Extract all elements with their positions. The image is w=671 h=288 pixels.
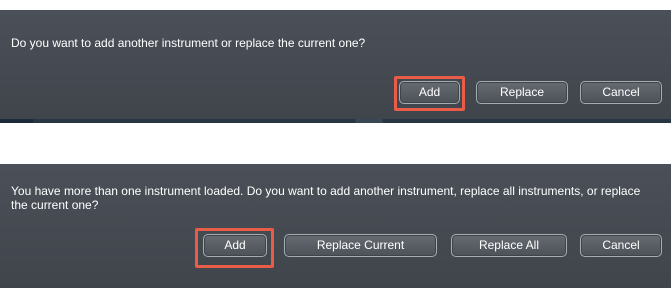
cancel-button[interactable]: Cancel <box>580 234 662 257</box>
add-or-replace-dialog: Do you want to add another instrument or… <box>0 10 671 123</box>
dialog-message: Do you want to add another instrument or… <box>11 36 366 50</box>
multiple-instruments-dialog: You have more than one instrument loaded… <box>0 164 671 288</box>
cancel-button[interactable]: Cancel <box>580 81 662 104</box>
replace-button[interactable]: Replace <box>476 81 568 104</box>
replace-current-button[interactable]: Replace Current <box>284 234 437 257</box>
add-button[interactable]: Add <box>399 81 460 104</box>
dialog-message: You have more than one instrument loaded… <box>11 184 641 212</box>
add-button[interactable]: Add <box>203 234 267 257</box>
replace-all-button[interactable]: Replace All <box>451 234 567 257</box>
